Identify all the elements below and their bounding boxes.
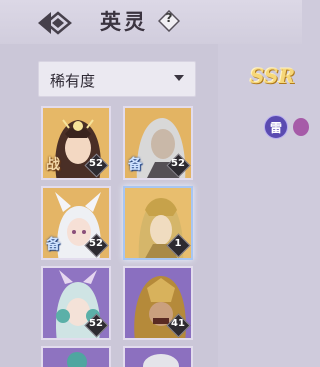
hero-card-selected[interactable]: 1 [123, 186, 193, 260]
hero-portrait [125, 348, 191, 367]
hero-portrait [43, 348, 109, 367]
filter-label: 稀有度 [50, 72, 96, 90]
element-badge: 雷 [264, 115, 288, 139]
level-value: 52 [89, 238, 103, 249]
page-title: 英灵 [100, 9, 148, 34]
hero-role-label: 战 [46, 157, 60, 173]
level-value: 1 [174, 238, 182, 249]
chevron-down-icon [174, 75, 184, 81]
element-label: 雷 [269, 121, 282, 135]
hero-role-label: 备 [128, 157, 142, 173]
back-button[interactable] [36, 8, 76, 38]
hero-card[interactable] [41, 346, 111, 367]
rarity-filter-dropdown[interactable]: 稀有度 [38, 61, 196, 97]
help-label: ? [165, 11, 173, 25]
level-value: 52 [89, 318, 103, 329]
hero-card[interactable]: 备 52 [123, 106, 193, 180]
hero-card[interactable]: 备 52 [41, 186, 111, 260]
level-value: 52 [89, 158, 103, 169]
hero-card[interactable]: 41 [123, 266, 193, 340]
level-badge: 52 [84, 313, 109, 338]
level-badge: 52 [84, 153, 109, 178]
hero-card[interactable]: 52 [41, 266, 111, 340]
level-value: 52 [171, 158, 185, 169]
level-badge: 41 [166, 313, 191, 338]
secondary-badge [293, 118, 309, 136]
hero-card[interactable] [123, 346, 193, 367]
back-diamond-icon [38, 11, 72, 35]
hero-role-label: 备 [46, 237, 60, 253]
hero-card[interactable]: 战 52 [41, 106, 111, 180]
rarity-badge: SSR [250, 64, 296, 88]
help-button[interactable]: ? [158, 10, 180, 32]
level-badge: 52 [166, 153, 191, 178]
level-badge: 52 [84, 233, 109, 258]
level-badge: 1 [166, 233, 191, 258]
level-value: 41 [171, 318, 185, 329]
